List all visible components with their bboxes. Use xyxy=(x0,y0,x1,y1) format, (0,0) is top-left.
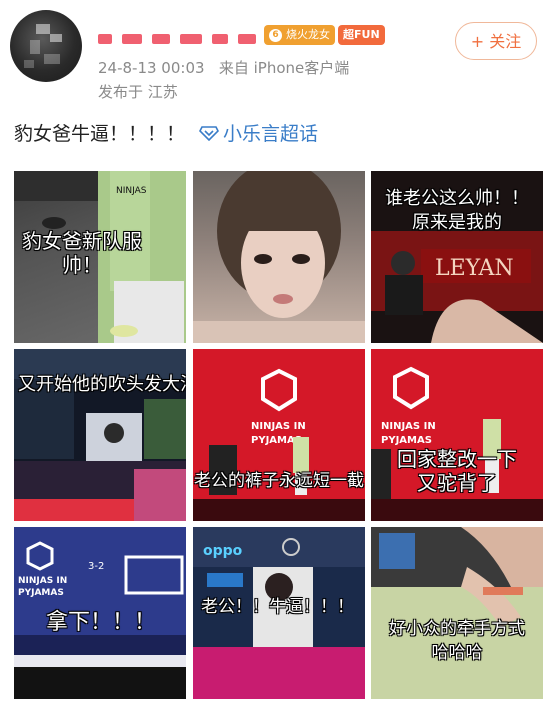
caption-line: 原来是我的 xyxy=(412,212,502,233)
post-source[interactable]: 来自 iPhone客户端 xyxy=(219,59,349,77)
caption-line: 拿下！！！ xyxy=(46,610,157,635)
caption-4: 又开始他的吹头发大法 xyxy=(18,373,186,397)
topic-label: 小乐言超话 xyxy=(223,123,319,145)
caption-line: 哈哈哈 xyxy=(431,643,483,663)
super-fun-badge[interactable]: 超FUN xyxy=(338,25,385,45)
post-text: 豹女爸牛逼！！！！ xyxy=(14,123,186,145)
caption-1: 豹女爸新队服 帅！ xyxy=(22,229,142,277)
post-timestamp: 24-8-13 00:03 xyxy=(98,59,205,77)
grid-image-3[interactable]: LEYAN 谁老公这么帅！！ 原来是我的 xyxy=(371,171,543,343)
caption-line: 又开始他的吹头发大法 xyxy=(18,374,186,395)
svg-text:PYJAMAS: PYJAMAS xyxy=(18,588,64,598)
fan-level-badge[interactable]: 6 烧火龙女 xyxy=(264,25,335,45)
grid-image-9[interactable]: 好小众的牵手方式 哈哈哈 xyxy=(371,527,543,699)
oppo-logo: oppo xyxy=(203,543,243,559)
holding-hands-photo xyxy=(371,527,543,699)
svg-text:NINJAS IN: NINJAS IN xyxy=(18,576,67,586)
leyan-sign: LEYAN xyxy=(435,256,514,281)
username-redacted[interactable] xyxy=(98,30,266,48)
post-meta: 24-8-13 00:03 来自 iPhone客户端 xyxy=(98,57,349,78)
super-topic-icon xyxy=(199,125,219,141)
caption-line: 好小众的牵手方式 xyxy=(389,619,525,639)
grid-image-8[interactable]: oppo 老公！！牛逼！！！ xyxy=(193,527,365,699)
grid-image-5[interactable]: NINJAS IN PYJAMAS 老公的裤子永远短一截 xyxy=(193,349,365,521)
grid-image-4[interactable]: 又开始他的吹头发大法 xyxy=(14,349,186,521)
follow-button[interactable]: + 关注 xyxy=(455,22,537,60)
post-location: 发布于 江苏 xyxy=(98,83,178,101)
portrait-photo xyxy=(193,171,365,343)
grid-image-2[interactable] xyxy=(193,171,365,343)
post-text-row: 豹女爸牛逼！！！！ 小乐言超话 xyxy=(14,119,318,146)
caption-3: 谁老公这么帅！！ 原来是我的 xyxy=(371,187,543,235)
caption-line: 老公的裤子永远短一截 xyxy=(194,471,364,491)
svg-text:NINJAS: NINJAS xyxy=(116,186,147,196)
caption-line: 豹女爸新队服 xyxy=(22,229,142,253)
caption-9: 好小众的牵手方式 哈哈哈 xyxy=(371,617,543,665)
svg-text:NINJAS IN: NINJAS IN xyxy=(381,421,436,432)
caption-line: 谁老公这么帅！！ xyxy=(385,188,529,209)
svg-text:NINJAS IN: NINJAS IN xyxy=(251,421,306,432)
nip-stage-photo: NINJAS IN PYJAMAS xyxy=(193,368,365,521)
grid-image-1[interactable]: NINJAS 豹女爸新队服 帅！ xyxy=(14,171,186,343)
grid-image-7[interactable]: NINJAS IN PYJAMAS 3-2 拿下！！！ xyxy=(14,527,186,699)
nip-stage-photo-2: NINJAS IN PYJAMAS xyxy=(371,366,543,521)
caption-7: 拿下！！！ xyxy=(46,611,156,635)
caption-6: 回家整改一下 又驼背了 xyxy=(371,447,543,495)
caption-line: 又驼背了 xyxy=(417,471,497,495)
svg-text:PYJAMAS: PYJAMAS xyxy=(381,435,432,446)
caption-8: 老公！！牛逼！！！ xyxy=(201,595,354,619)
level-icon: 6 xyxy=(269,28,282,42)
caption-line: 老公！！牛逼！！！ xyxy=(201,597,354,617)
fan-badge-name: 烧火龙女 xyxy=(286,28,330,41)
grid-image-6[interactable]: NINJAS IN PYJAMAS 回家整改一下 又驼背了 xyxy=(371,349,543,521)
avatar[interactable] xyxy=(10,10,82,82)
topic-link[interactable]: 小乐言超话 xyxy=(199,119,318,146)
caption-line: 帅！ xyxy=(62,253,102,277)
caption-line: 回家整改一下 xyxy=(397,447,517,471)
match-score: 3-2 xyxy=(88,561,104,572)
caption-5: 老公的裤子永远短一截 xyxy=(193,469,365,493)
